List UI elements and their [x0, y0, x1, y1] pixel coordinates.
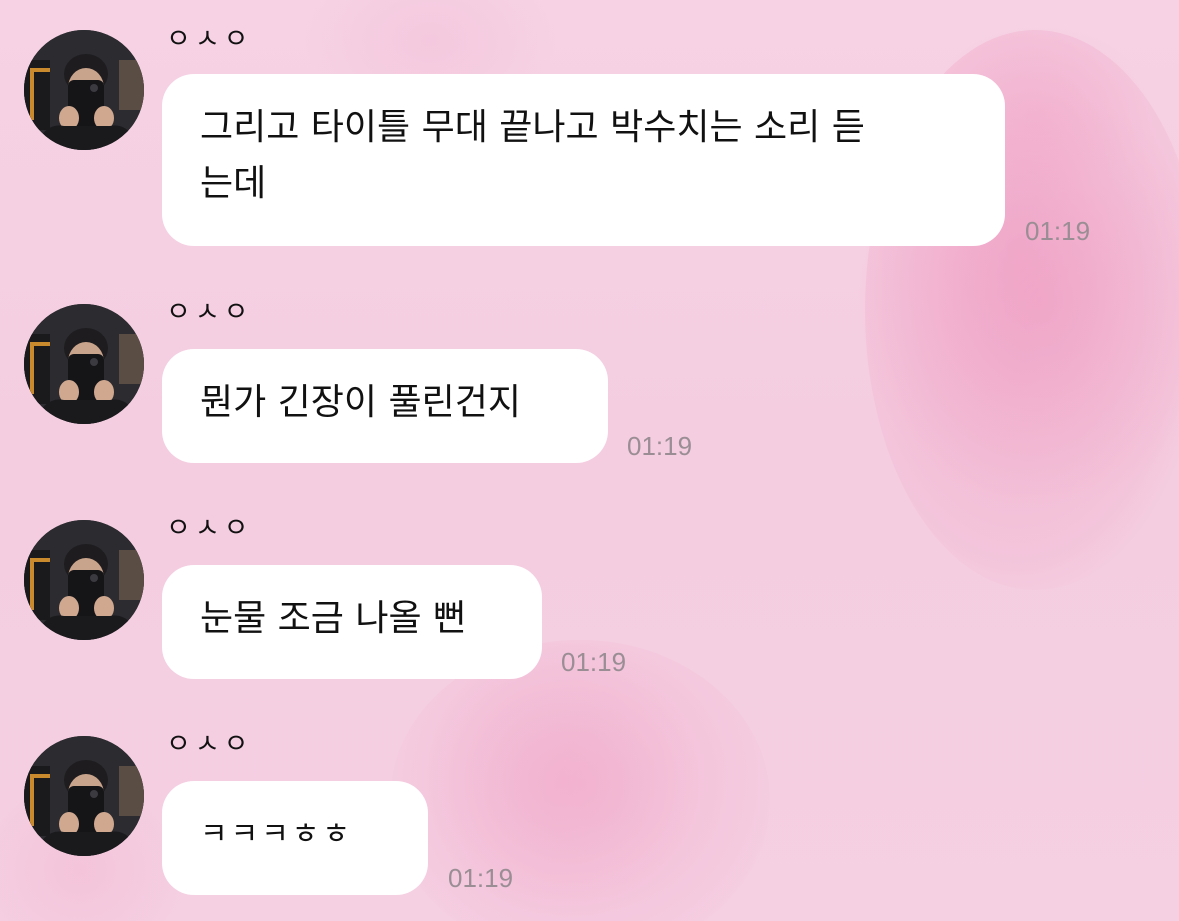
avatar[interactable]: [24, 520, 144, 640]
message-bubble[interactable]: 그리고 타이틀 무대 끝나고 박수치는 소리 듣 는데: [162, 74, 1005, 246]
message-text-line: 는데: [200, 163, 267, 204]
sender-name: ㅇㅅㅇ: [166, 297, 253, 328]
message-text: ㅋㅋㅋㅎㅎ: [200, 817, 353, 852]
avatar[interactable]: [24, 30, 144, 150]
profile-photo-icon: [24, 736, 144, 856]
message-bubble[interactable]: 뭔가 긴장이 풀린건지: [162, 349, 608, 463]
message-timestamp: 01:19: [627, 431, 693, 461]
profile-photo-icon: [24, 304, 144, 424]
message-timestamp: 01:19: [561, 647, 627, 677]
message-text-line: 그리고 타이틀 무대 끝나고 박수치는 소리 듣: [200, 107, 865, 148]
message-timestamp: 01:19: [1025, 216, 1091, 246]
message-bubble[interactable]: 눈물 조금 나올 뻔: [162, 565, 542, 679]
sender-name: ㅇㅅㅇ: [166, 729, 253, 760]
sender-name: ㅇㅅㅇ: [166, 513, 253, 544]
background-heart-blob: [390, 640, 770, 921]
message-timestamp: 01:19: [448, 863, 514, 893]
avatar[interactable]: [24, 736, 144, 856]
avatar[interactable]: [24, 304, 144, 424]
message-bubble[interactable]: ㅋㅋㅋㅎㅎ: [162, 781, 428, 895]
message-text: 뭔가 긴장이 풀린건지: [200, 382, 521, 423]
profile-photo-icon: [24, 30, 144, 150]
message-text: 눈물 조금 나올 뻔: [200, 598, 467, 639]
sender-name: ㅇㅅㅇ: [166, 24, 253, 55]
profile-photo-icon: [24, 520, 144, 640]
